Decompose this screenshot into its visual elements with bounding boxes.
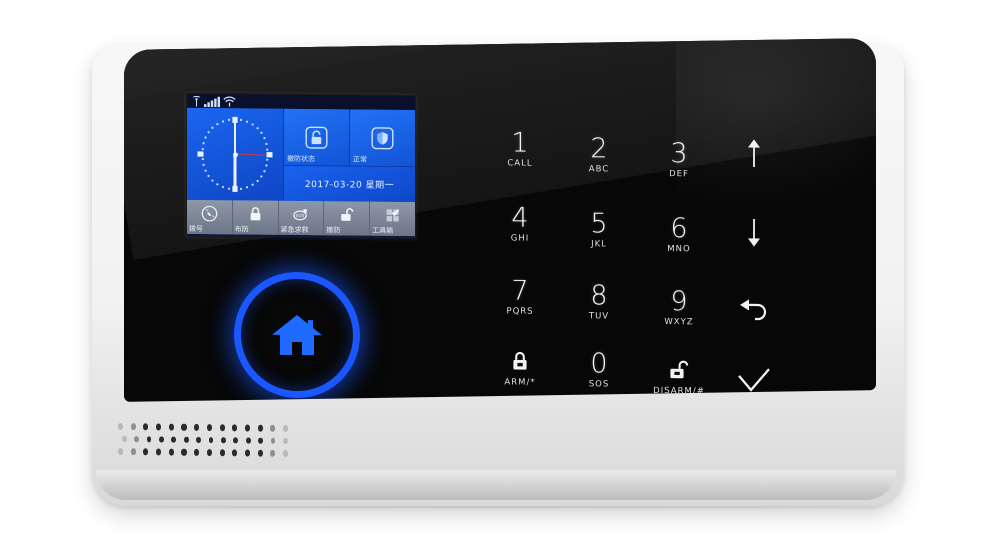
lcd-toolbar: 拨号 布防 SOS 紧急求救 撤防 工具箱 xyxy=(187,199,415,237)
key-8-digit: 8 xyxy=(590,280,608,312)
key-9-letters: WXYZ xyxy=(664,317,694,328)
key-7-digit: 7 xyxy=(511,275,529,307)
key-1[interactable]: 1 CALL xyxy=(480,127,560,169)
lcd-main-area: 撤防状态 正常 2017-03-20 星期一 xyxy=(187,107,415,203)
key-4[interactable]: 4 GHI xyxy=(480,202,560,244)
key-down[interactable] xyxy=(719,218,789,248)
sos-icon: SOS xyxy=(292,205,309,222)
lcd-date-text: 2017-03-20 星期一 xyxy=(304,180,395,191)
checkmark-icon xyxy=(719,367,789,396)
lcd-tile-arm-status[interactable]: 撤防状态 xyxy=(283,108,349,166)
speaker-grille xyxy=(118,422,289,471)
keypad: 1 CALL 2 ABC 3 DEF 4 GHI 5 JKL 6 MNO 7 P… xyxy=(474,92,844,396)
locked-padlock-icon xyxy=(247,205,264,222)
key-arm[interactable]: ARM/* xyxy=(480,347,560,388)
arrow-down-icon xyxy=(719,218,789,248)
lcd-toolbar-sos[interactable]: SOS 紧急求救 xyxy=(277,200,324,236)
unlocked-padlock-icon xyxy=(305,126,328,149)
lcd-toolbar-dial-label: 拨号 xyxy=(189,224,203,234)
lcd-tile-system-status-label: 正常 xyxy=(353,155,367,164)
clock-minute-hand xyxy=(234,122,236,155)
lcd-toolbar-sos-label: 紧急求救 xyxy=(280,225,309,235)
key-arm-label: ARM/* xyxy=(504,377,536,388)
front-glass-panel: 撤防状态 正常 2017-03-20 星期一 拨号 布防 SOS 紧急求救 撤防… xyxy=(124,38,876,402)
key-2[interactable]: 2 ABC xyxy=(559,133,639,175)
key-8[interactable]: 8 TUV xyxy=(559,280,639,322)
clock-pivot xyxy=(232,151,238,157)
analog-clock xyxy=(195,114,275,195)
lcd-screen[interactable]: 撤防状态 正常 2017-03-20 星期一 拨号 布防 SOS 紧急求救 撤防… xyxy=(186,92,416,240)
unlocked-padlock-icon xyxy=(639,356,719,385)
key-9-digit: 9 xyxy=(670,286,688,318)
shield-icon xyxy=(371,126,394,149)
key-5-letters: JKL xyxy=(591,239,607,250)
key-6-letters: MNO xyxy=(667,244,691,255)
back-arrow-icon xyxy=(719,295,789,324)
lcd-toolbar-menu[interactable]: 工具箱 xyxy=(369,201,415,237)
lcd-toolbar-menu-label: 工具箱 xyxy=(372,226,394,235)
home-icon xyxy=(270,311,324,360)
key-4-letters: GHI xyxy=(510,233,530,244)
key-2-letters: ABC xyxy=(588,164,610,175)
lcd-toolbar-arm[interactable]: 布防 xyxy=(231,200,278,235)
key-5-digit: 5 xyxy=(590,208,608,240)
key-2-digit: 2 xyxy=(590,133,608,165)
key-3-digit: 3 xyxy=(670,138,688,170)
device-bottom-edge xyxy=(96,470,896,500)
lcd-toolbar-dial[interactable]: 拨号 xyxy=(187,199,232,235)
clock-hour-hand xyxy=(233,154,237,187)
key-6-digit: 6 xyxy=(670,213,688,245)
key-1-digit: 1 xyxy=(511,127,529,159)
key-7-letters: PQRS xyxy=(506,306,534,317)
key-4-digit: 4 xyxy=(511,202,529,234)
lcd-clock-widget[interactable] xyxy=(187,107,283,201)
home-button[interactable] xyxy=(234,271,360,399)
key-0[interactable]: 0 SOS xyxy=(559,348,639,390)
arrow-up-icon xyxy=(719,139,789,168)
key-3-letters: DEF xyxy=(669,169,689,180)
key-confirm[interactable] xyxy=(719,367,789,396)
key-5[interactable]: 5 JKL xyxy=(559,208,639,250)
device-photo: 撤防状态 正常 2017-03-20 星期一 拨号 布防 SOS 紧急求救 撤防… xyxy=(0,0,994,558)
key-1-letters: CALL xyxy=(507,158,533,169)
signal-bars-icon xyxy=(204,96,220,107)
key-7[interactable]: 7 PQRS xyxy=(480,275,560,317)
key-8-letters: TUV xyxy=(588,311,610,322)
key-3[interactable]: 3 DEF xyxy=(639,138,719,180)
key-back[interactable] xyxy=(719,295,789,324)
svg-text:SOS: SOS xyxy=(296,212,305,217)
key-up[interactable] xyxy=(719,139,789,168)
wifi-icon xyxy=(223,95,236,107)
lcd-tile-system-status[interactable]: 正常 xyxy=(349,109,415,167)
key-disarm[interactable]: DISARM/# xyxy=(639,356,719,397)
key-9[interactable]: 9 WXYZ xyxy=(639,286,719,328)
antenna-icon xyxy=(192,95,201,107)
lcd-toolbar-disarm[interactable]: 撤防 xyxy=(323,201,370,236)
lcd-date-row: 2017-03-20 星期一 xyxy=(283,164,415,203)
key-0-digit: 0 xyxy=(590,348,608,380)
lcd-toolbar-disarm-label: 撤防 xyxy=(326,226,341,235)
locked-padlock-icon xyxy=(480,347,560,376)
key-6[interactable]: 6 MNO xyxy=(639,213,719,255)
key-0-letters: SOS xyxy=(588,379,610,390)
menu-grid-icon xyxy=(384,206,401,223)
lcd-toolbar-arm-label: 布防 xyxy=(234,225,249,234)
unlocked-padlock-icon xyxy=(338,206,355,223)
lcd-tile-arm-status-label: 撤防状态 xyxy=(287,154,315,164)
phone-dial-icon xyxy=(201,205,218,222)
